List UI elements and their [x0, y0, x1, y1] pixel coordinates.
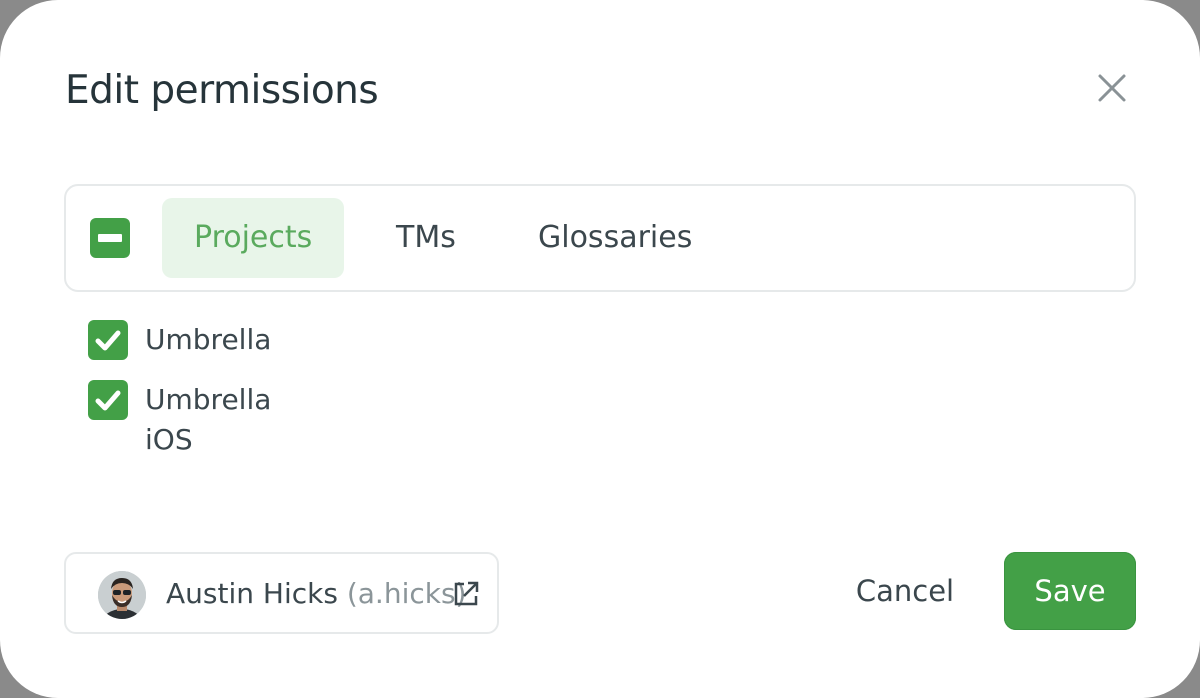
open-profile-link[interactable] [452, 580, 480, 608]
edit-permissions-dialog: Edit permissions Projects TMs Glossaries… [0, 0, 1200, 698]
tab-tms[interactable]: TMs [364, 198, 488, 278]
dialog-title: Edit permissions [65, 68, 379, 113]
project-checkbox[interactable] [88, 320, 128, 360]
save-button[interactable]: Save [1004, 552, 1136, 630]
close-icon [1098, 74, 1126, 102]
user-card: Austin Hicks (a.hicks) [64, 552, 499, 634]
avatar [98, 571, 146, 619]
close-button[interactable] [1092, 68, 1132, 108]
user-display-name: Austin Hicks [166, 577, 338, 610]
tab-glossaries[interactable]: Glossaries [506, 198, 724, 278]
indeterminate-icon [98, 234, 122, 242]
select-all-checkbox[interactable] [90, 218, 130, 258]
checkmark-icon [95, 390, 121, 411]
user-name: Austin Hicks (a.hicks) [166, 574, 466, 614]
resource-tab-bar: Projects TMs Glossaries [64, 184, 1136, 292]
project-label: Umbrella [145, 323, 272, 356]
tab-projects[interactable]: Projects [162, 198, 345, 278]
external-link-icon [454, 581, 479, 606]
project-checkbox[interactable] [88, 380, 128, 420]
cancel-button[interactable]: Cancel [836, 552, 974, 630]
project-label: Umbrella iOS [145, 383, 272, 456]
user-handle: (a.hicks) [346, 577, 467, 610]
checkmark-icon [95, 330, 121, 351]
